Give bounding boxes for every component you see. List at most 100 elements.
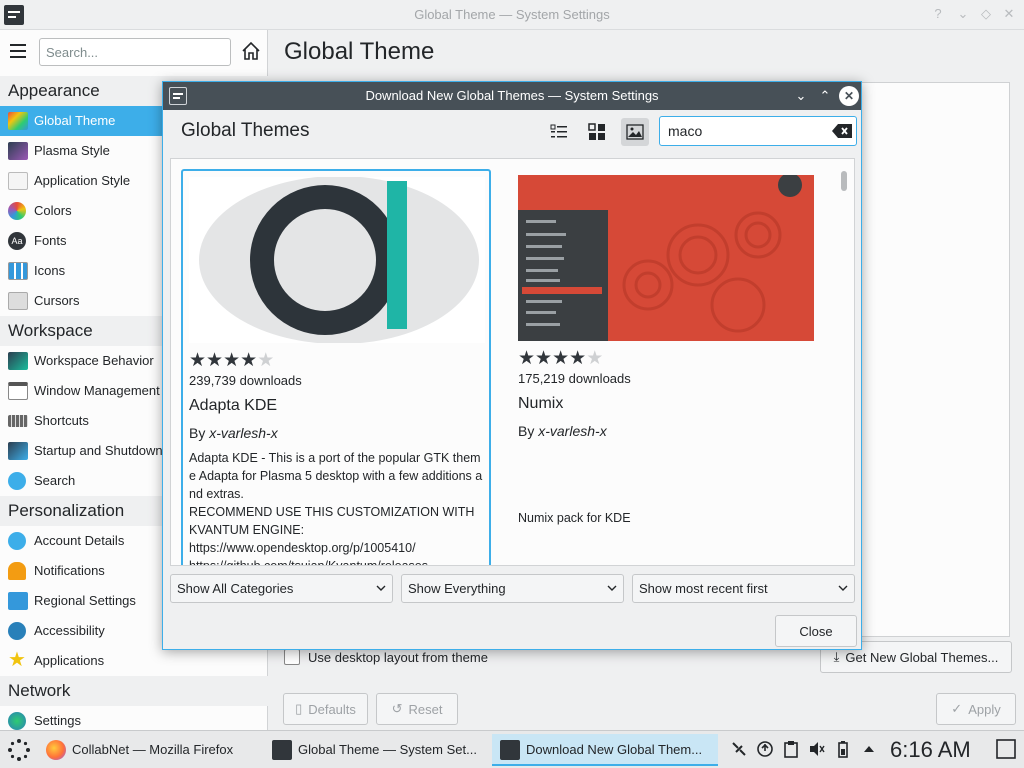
themes-grid: ★★★★★ 239,739 downloads Adapta KDE By x-… <box>170 158 855 566</box>
task-download-themes[interactable]: Download New Global Them... <box>492 734 718 766</box>
update-icon[interactable] <box>756 740 774 758</box>
account-icon <box>8 532 26 550</box>
preview-view-button[interactable] <box>621 118 649 146</box>
search-icon <box>8 472 26 490</box>
hamburger-menu-icon[interactable] <box>10 44 26 58</box>
defaults-icon: ▯ <box>295 701 303 716</box>
star-icon: ★ <box>552 348 570 369</box>
undo-icon: ↺ <box>391 701 403 716</box>
sidebar-category-network: Network <box>0 676 268 706</box>
star-icon: ★ <box>189 350 207 371</box>
clipboard-icon[interactable] <box>782 740 800 758</box>
grid-view-button[interactable] <box>583 118 611 146</box>
icons-icon <box>8 262 28 280</box>
colors-icon <box>8 202 26 220</box>
sort-order-select[interactable]: Show most recent first <box>632 574 855 603</box>
bell-icon <box>8 562 26 580</box>
star-empty-icon: ★ <box>257 350 275 371</box>
reset-button[interactable]: ↺ Reset <box>376 693 458 725</box>
page-title: Global Theme <box>284 38 435 65</box>
help-icon[interactable]: ? <box>930 6 946 22</box>
taskbar: CollabNet — Mozilla Firefox Global Theme… <box>0 730 1024 768</box>
maximize-icon[interactable]: ◇ <box>978 6 994 22</box>
dialog-heading: Global Themes <box>181 120 310 141</box>
global-theme-icon <box>8 112 28 130</box>
home-icon[interactable] <box>240 40 262 62</box>
numix-preview-image <box>518 175 814 341</box>
star-icon: ★ <box>240 350 258 371</box>
plugin-icon[interactable] <box>730 740 748 758</box>
accessibility-icon <box>8 622 26 640</box>
clock[interactable]: 6:16 AM <box>890 737 971 763</box>
system-settings-icon <box>272 740 292 760</box>
adapta-preview-image <box>189 177 485 343</box>
chevron-down-icon <box>376 585 386 591</box>
close-window-icon[interactable]: ✕ <box>1001 6 1017 22</box>
theme-search-input[interactable] <box>659 116 857 146</box>
scrollbar-thumb[interactable] <box>841 171 847 191</box>
desktop-layout-checkbox[interactable] <box>284 649 300 665</box>
download-icon: ⤓ <box>833 649 840 664</box>
star-icon: ★ <box>8 649 26 671</box>
dialog-close-icon[interactable]: ✕ <box>839 86 859 106</box>
grid-view-icon <box>588 123 605 140</box>
keyboard-icon <box>8 415 28 427</box>
volume-muted-icon[interactable] <box>808 740 826 758</box>
dialog-title: Download New Global Themes — System Sett… <box>365 88 659 103</box>
startup-shutdown-icon <box>8 442 28 460</box>
show-desktop-icon[interactable] <box>996 739 1016 759</box>
checkmark-icon: ✓ <box>951 701 963 716</box>
dialog-minimize-icon[interactable]: ⌄ <box>791 86 811 106</box>
desktop-layout-label: Use desktop layout from theme <box>308 650 488 665</box>
globe-icon <box>8 712 26 730</box>
download-count: 239,739 downloads <box>189 373 302 388</box>
system-settings-icon <box>500 740 520 760</box>
workspace-behavior-icon <box>8 352 28 370</box>
image-icon <box>626 124 644 140</box>
firefox-icon <box>46 740 66 760</box>
star-icon: ★ <box>206 350 224 371</box>
window-management-icon <box>8 382 28 400</box>
regional-settings-icon <box>8 592 28 610</box>
star-icon: ★ <box>569 348 587 369</box>
download-themes-dialog: Download New Global Themes — System Sett… <box>162 81 862 650</box>
cursors-icon <box>8 292 28 310</box>
settings-search-input[interactable] <box>39 38 231 66</box>
application-launcher-icon[interactable] <box>6 737 32 763</box>
theme-card-numix[interactable]: ★★★★★ 175,219 downloads Numix By x-varle… <box>512 169 822 565</box>
list-view-button[interactable] <box>545 118 573 146</box>
theme-name: Numix <box>518 395 564 412</box>
defaults-button[interactable]: ▯ Defaults <box>283 693 368 725</box>
category-filter-select[interactable]: Show All Categories <box>170 574 393 603</box>
tray-expand-icon[interactable] <box>860 740 878 758</box>
theme-description: Numix pack for KDE <box>518 511 631 525</box>
task-global-theme[interactable]: Global Theme — System Set... <box>264 734 490 766</box>
battery-icon[interactable] <box>834 740 852 758</box>
dialog-titlebar: Download New Global Themes — System Sett… <box>163 82 861 110</box>
rating-stars: ★★★★★ <box>189 349 274 371</box>
content-filter-select[interactable]: Show Everything <box>401 574 624 603</box>
theme-description: Adapta KDE - This is a port of the popul… <box>189 451 483 566</box>
list-view-icon <box>550 124 567 138</box>
star-icon: ★ <box>223 350 241 371</box>
application-style-icon <box>8 172 28 190</box>
minimize-icon[interactable]: ⌄ <box>955 6 971 22</box>
main-window-title: Global Theme — System Settings <box>414 7 610 22</box>
main-titlebar: Global Theme — System Settings ? ⌄ ◇ ✕ <box>0 0 1024 30</box>
star-icon: ★ <box>518 348 536 369</box>
chevron-down-icon <box>838 585 848 591</box>
grid-scrollbar[interactable] <box>840 167 848 561</box>
task-firefox[interactable]: CollabNet — Mozilla Firefox <box>38 734 262 766</box>
fonts-icon: Aa <box>8 232 26 250</box>
apply-button[interactable]: ✓ Apply <box>936 693 1016 725</box>
theme-author: By x-varlesh-x <box>518 423 607 439</box>
rating-stars: ★★★★★ <box>518 347 603 369</box>
clear-text-icon[interactable] <box>831 123 853 139</box>
dialog-maximize-icon[interactable]: ⌃ <box>815 86 835 106</box>
star-empty-icon: ★ <box>586 348 604 369</box>
theme-card-adapta[interactable]: ★★★★★ 239,739 downloads Adapta KDE By x-… <box>181 169 491 566</box>
chevron-down-icon <box>607 585 617 591</box>
star-icon: ★ <box>535 348 553 369</box>
close-button[interactable]: Close <box>775 615 857 647</box>
sidebar-item-applications[interactable]: ★ Applications <box>0 646 268 676</box>
